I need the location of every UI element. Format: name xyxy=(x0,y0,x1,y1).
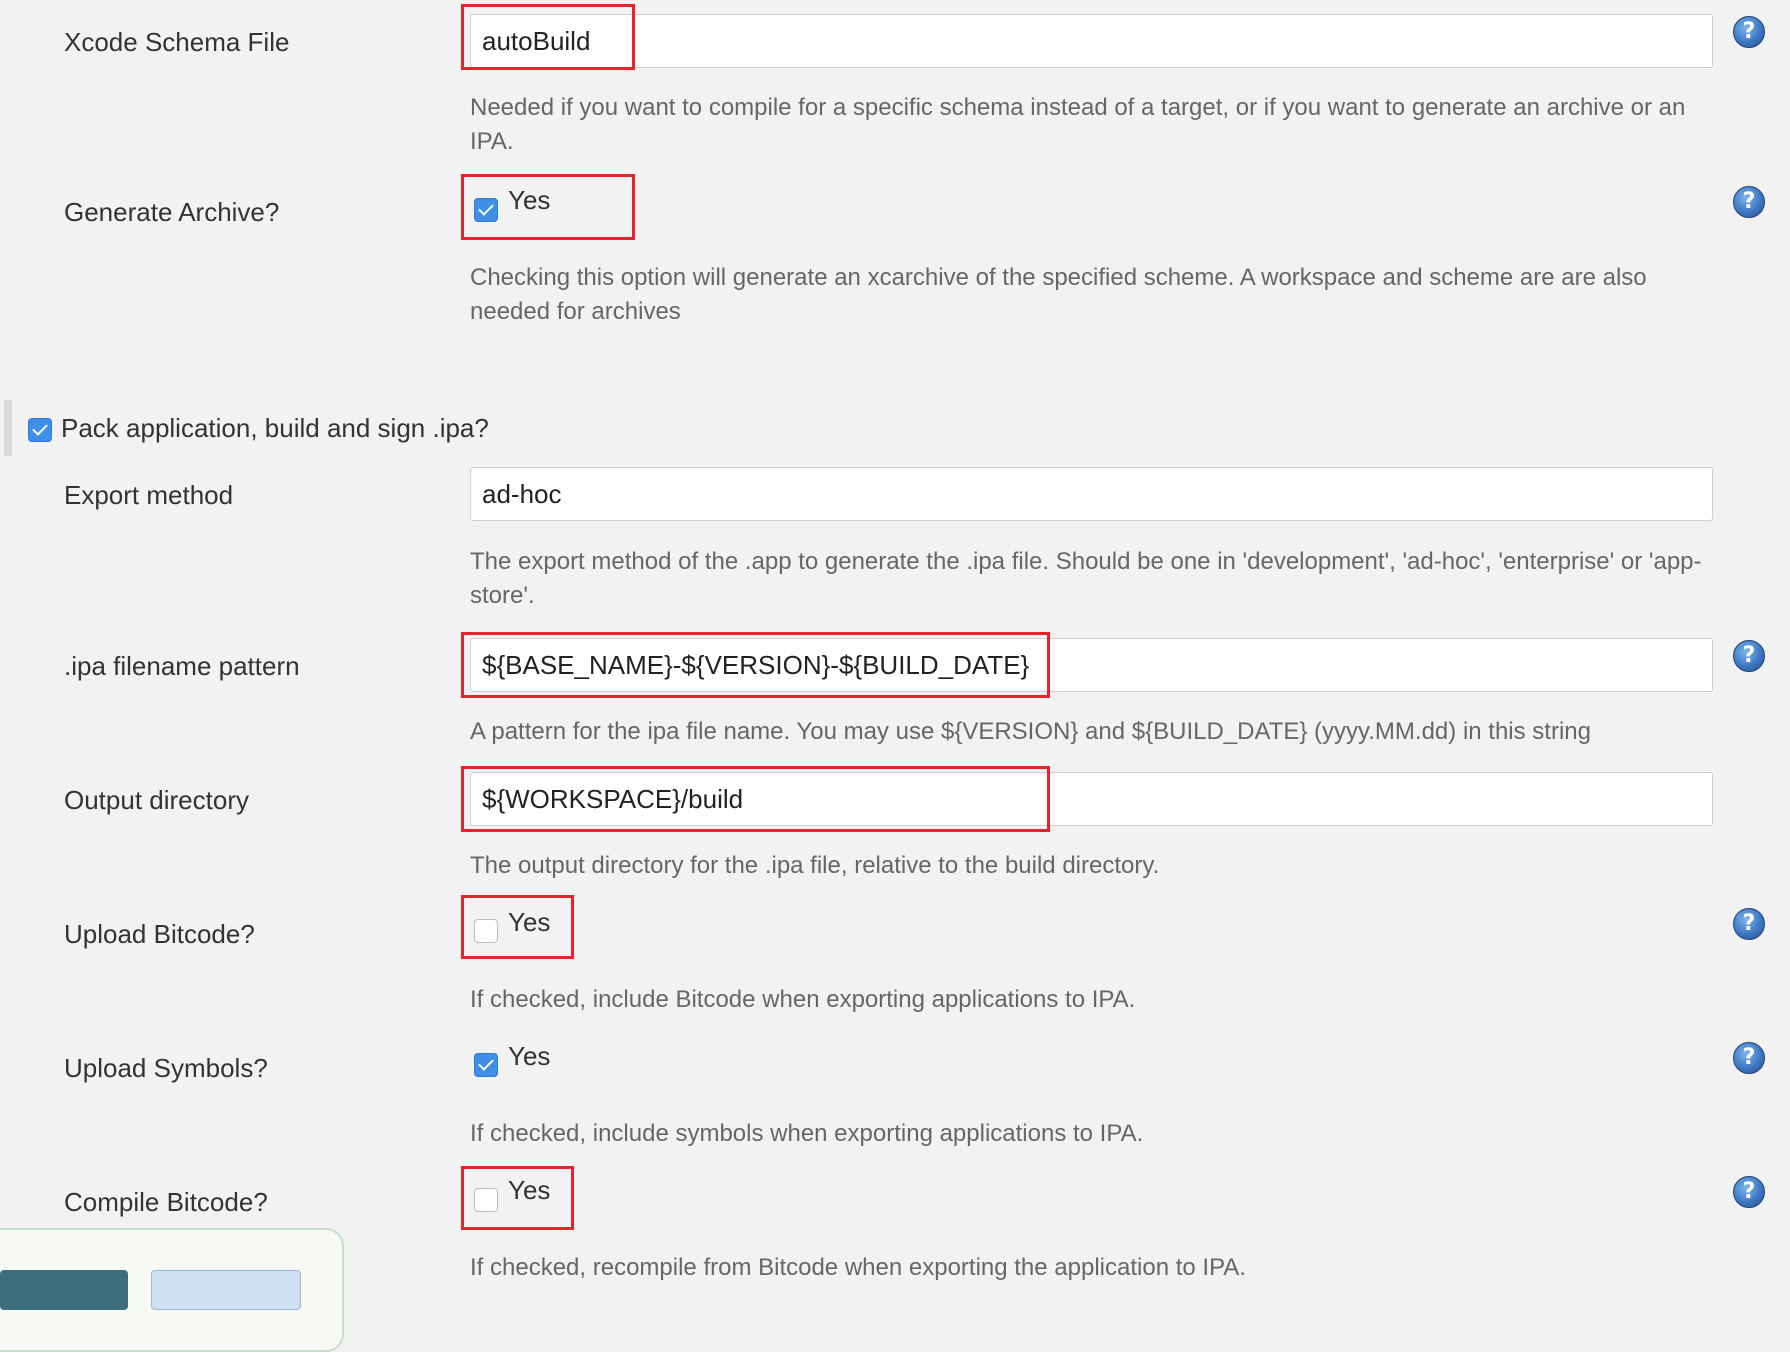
pack-ipa-label: Pack application, build and sign .ipa? xyxy=(61,413,489,443)
compile-bitcode-checkbox[interactable] xyxy=(474,1188,498,1212)
upload-bitcode-label: Upload Bitcode? xyxy=(64,919,255,949)
output-directory-label: Output directory xyxy=(64,785,249,815)
xcode-schema-help: Needed if you want to compile for a spec… xyxy=(470,94,1686,155)
export-method-input[interactable]: ad-hoc xyxy=(470,467,1713,521)
upload-symbols-checkbox[interactable] xyxy=(474,1053,498,1077)
export-method-label: Export method xyxy=(64,480,234,510)
help-icon[interactable]: ? xyxy=(1733,186,1765,218)
help-icon[interactable]: ? xyxy=(1733,640,1765,672)
export-method-help: The export method of the .app to generat… xyxy=(470,548,1702,609)
output-directory-input[interactable]: ${WORKSPACE}/build xyxy=(470,772,1713,826)
generate-archive-label: Generate Archive? xyxy=(64,197,280,227)
ipa-pattern-input[interactable]: ${BASE_NAME}-${VERSION}-${BUILD_DATE} xyxy=(470,638,1713,692)
upload-symbols-help: If checked, include symbols when exporti… xyxy=(470,1120,1144,1147)
upload-bitcode-help: If checked, include Bitcode when exporti… xyxy=(470,986,1136,1013)
help-icon[interactable]: ? xyxy=(1733,16,1765,48)
ipa-pattern-help: A pattern for the ipa file name. You may… xyxy=(470,718,1591,745)
xcode-schema-label: Xcode Schema File xyxy=(64,27,290,57)
primary-button[interactable] xyxy=(0,1270,128,1310)
output-directory-help: The output directory for the .ipa file, … xyxy=(470,852,1160,879)
section-divider xyxy=(4,400,12,456)
secondary-button[interactable] xyxy=(151,1270,301,1310)
upload-bitcode-checkbox[interactable] xyxy=(474,919,498,943)
generate-archive-option: Yes xyxy=(508,185,551,215)
pack-ipa-checkbox[interactable] xyxy=(28,418,52,442)
generate-archive-checkbox[interactable] xyxy=(474,198,498,222)
compile-bitcode-option: Yes xyxy=(508,1175,551,1205)
help-icon[interactable]: ? xyxy=(1733,1042,1765,1074)
upload-bitcode-option: Yes xyxy=(508,907,551,937)
compile-bitcode-label: Compile Bitcode? xyxy=(64,1187,268,1217)
upload-symbols-label: Upload Symbols? xyxy=(64,1053,268,1083)
help-icon[interactable]: ? xyxy=(1733,1176,1765,1208)
generate-archive-help: Checking this option will generate an xc… xyxy=(470,264,1647,325)
compile-bitcode-help: If checked, recompile from Bitcode when … xyxy=(470,1254,1246,1281)
ipa-pattern-label: .ipa filename pattern xyxy=(64,651,300,681)
xcode-schema-input[interactable]: autoBuild xyxy=(470,14,1713,68)
upload-symbols-option: Yes xyxy=(508,1041,551,1071)
help-icon[interactable]: ? xyxy=(1733,908,1765,940)
